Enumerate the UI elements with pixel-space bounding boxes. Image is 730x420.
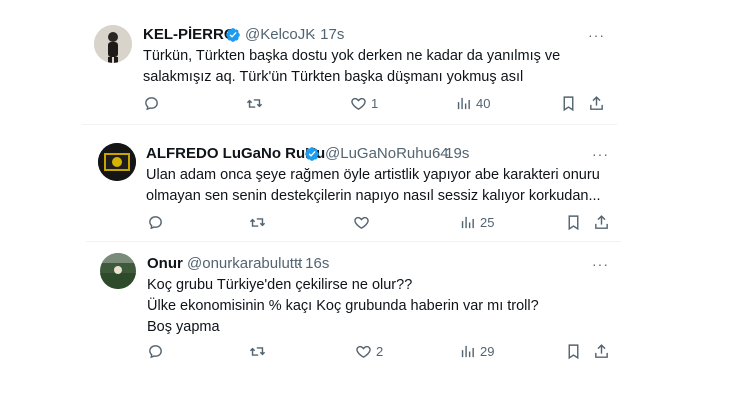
like-count: 2	[376, 343, 384, 359]
timestamp[interactable]: · 17s	[311, 26, 344, 43]
tweet-text-line: olmayan sen senin destekçilerin napıyo n…	[146, 188, 601, 204]
bookmark-icon	[563, 95, 574, 111]
avatar-photo	[98, 143, 136, 181]
divider	[82, 124, 617, 125]
share-icon	[595, 343, 608, 358]
like-button[interactable]: 2	[355, 341, 383, 361]
share-button[interactable]	[593, 341, 610, 361]
share-button[interactable]	[588, 93, 605, 113]
display-name[interactable]: ALFREDO LuGaNo RuHu	[146, 145, 325, 162]
more-options-icon[interactable]: ···	[588, 27, 605, 43]
retweet-button[interactable]	[249, 212, 266, 232]
bookmark-icon	[568, 214, 579, 230]
display-name[interactable]: Onur	[147, 255, 183, 272]
views-chart-icon	[461, 345, 474, 357]
like-button[interactable]: 1	[350, 93, 378, 113]
verified-badge-icon	[226, 28, 240, 42]
verified-badge-icon	[305, 147, 319, 161]
display-name[interactable]: KEL-PİERRO	[143, 26, 236, 43]
handle[interactable]: @onurkarabuluttt	[187, 255, 302, 272]
share-icon	[595, 214, 608, 229]
views-button[interactable]: 25	[459, 212, 494, 232]
bookmark-button[interactable]	[560, 93, 577, 113]
reply-button[interactable]	[147, 212, 164, 232]
retweet-icon	[249, 217, 266, 227]
views-count: 25	[480, 214, 495, 230]
tweet-text-line: Boş yapma	[147, 319, 220, 335]
avatar[interactable]	[94, 25, 132, 63]
avatar-photo	[94, 25, 132, 63]
reply-icon	[149, 215, 162, 229]
more-options-icon[interactable]: ···	[592, 256, 609, 272]
heart-icon	[354, 216, 369, 229]
heart-icon	[351, 97, 366, 110]
views-count: 40	[476, 95, 491, 111]
like-button[interactable]	[353, 212, 374, 232]
bookmark-button[interactable]	[565, 341, 582, 361]
timestamp[interactable]: · 16s	[296, 255, 329, 272]
retweet-button[interactable]	[246, 93, 263, 113]
more-options-icon[interactable]: ···	[592, 146, 609, 162]
retweet-icon	[246, 98, 263, 108]
reply-icon	[145, 96, 158, 110]
bookmark-button[interactable]	[565, 212, 582, 232]
bookmark-icon	[568, 343, 579, 359]
tweet-actions: 1 40	[143, 93, 603, 113]
retweet-button[interactable]	[249, 341, 266, 361]
share-button[interactable]	[593, 212, 610, 232]
views-chart-icon	[457, 97, 470, 109]
handle[interactable]: @KelcoJK	[245, 26, 315, 43]
avatar[interactable]	[100, 253, 136, 289]
avatar[interactable]	[98, 143, 136, 181]
tweet-text-line: Ülke ekonomisinin % kaçı Koç grubunda ha…	[147, 298, 539, 314]
heart-icon	[356, 345, 371, 358]
views-button[interactable]: 40	[455, 93, 490, 113]
reply-icon	[149, 344, 162, 358]
share-icon	[590, 95, 603, 110]
avatar-photo	[100, 253, 136, 289]
tweet-actions: 2 29	[147, 341, 610, 361]
tweet-text-line: Koç grubu Türkiye'den çekilirse ne olur?…	[147, 277, 413, 293]
tweet-text-line: Türkün, Türkten başka dostu yok derken n…	[143, 48, 561, 64]
timestamp[interactable]: · 19s	[436, 145, 469, 162]
retweet-icon	[249, 346, 266, 356]
tweet-text-line: Ulan adam onca şeye rağmen öyle artistli…	[146, 167, 600, 183]
tweet-actions: 25	[147, 212, 610, 232]
handle[interactable]: @LuGaNoRuhu64	[325, 145, 449, 162]
views-button[interactable]: 29	[459, 341, 494, 361]
reply-button[interactable]	[147, 341, 164, 361]
views-count: 29	[480, 343, 495, 359]
like-count: 1	[371, 95, 379, 111]
tweet-text-line: salakmışız aq. Türk'ün Türkten başka düş…	[143, 69, 524, 85]
reply-button[interactable]	[143, 93, 160, 113]
views-chart-icon	[461, 216, 474, 228]
divider	[86, 241, 621, 242]
